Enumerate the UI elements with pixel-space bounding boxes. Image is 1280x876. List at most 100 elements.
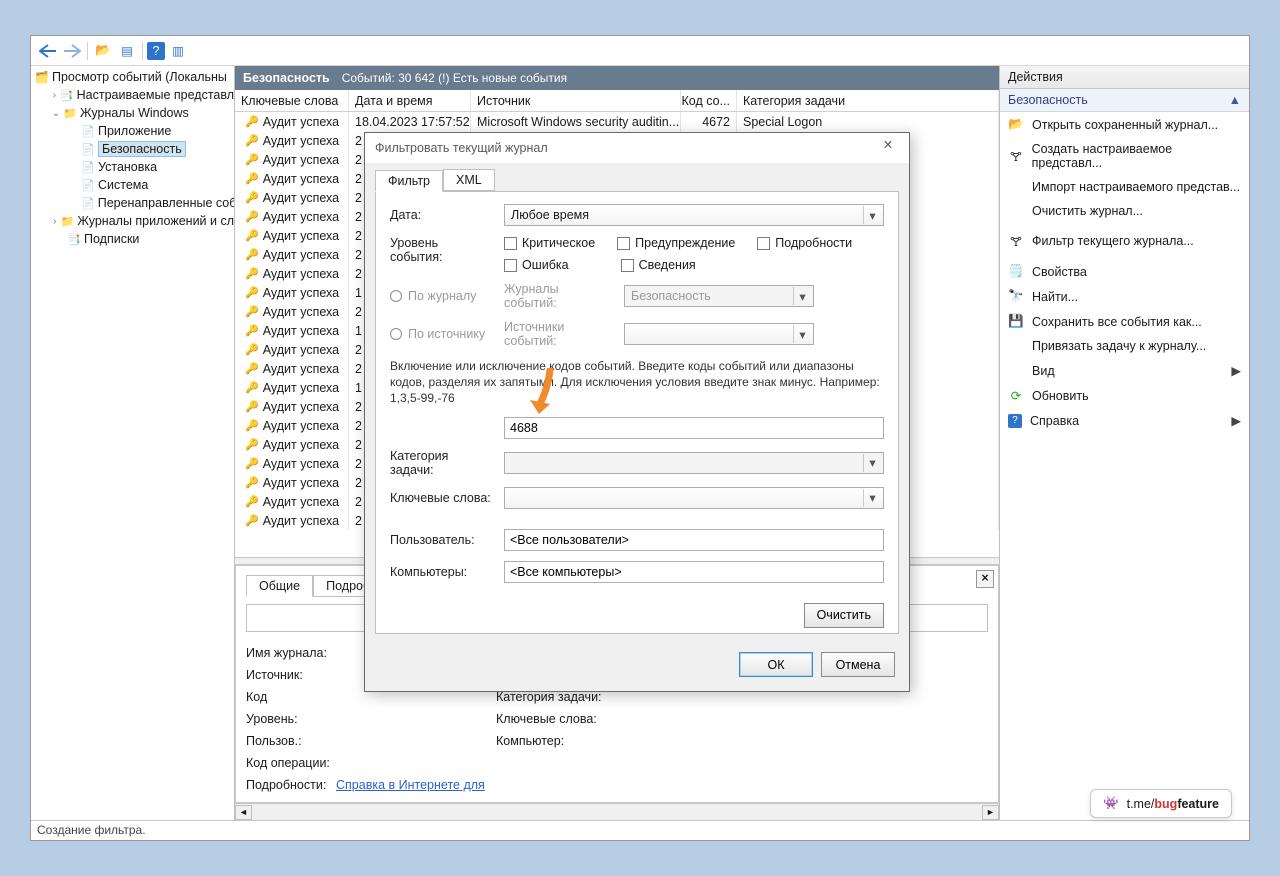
filter-dialog: Фильтровать текущий журнал ✕ Фильтр XML … [364,132,910,692]
chk-warning[interactable]: Предупреждение [617,236,735,250]
chk-error[interactable]: Ошибка [504,258,569,272]
label-user: Пользов.: [246,734,336,748]
event-logs-dropdown: Безопасность▾ [624,285,814,307]
ok-button[interactable]: ОК [739,652,813,677]
event-sources-dropdown[interactable]: ▾ [624,323,814,345]
tree-windows-logs[interactable]: Журналы Windows [80,106,189,120]
action-open-saved-log[interactable]: 📂Открыть сохраненный журнал... [1000,112,1249,137]
actions-section-security[interactable]: Безопасность▲ [1000,89,1249,112]
panel-toggle-icon[interactable]: ▤ [116,40,138,62]
keywords-dropdown[interactable]: ▾ [504,487,884,509]
tree-security[interactable]: Безопасность [98,141,186,157]
tree-system[interactable]: Система [98,178,148,192]
event-count: Событий: 30 642 (!) Есть новые события [342,71,567,85]
label-keywords-filter: Ключевые слова: [390,491,494,505]
horizontal-scrollbar[interactable]: ◄ ► [235,803,999,820]
clear-button[interactable]: Очистить [804,603,884,628]
event-id-input[interactable] [504,417,884,439]
eventviewer-icon: 🗂️ [35,71,49,84]
col-keywords[interactable]: Ключевые слова [235,90,349,111]
action-import-custom-view[interactable]: Импорт настраиваемого представ... [1000,175,1249,199]
computers-input[interactable] [504,561,884,583]
refresh-icon: ⟳ [1008,388,1024,403]
layout-icon[interactable]: ▥ [167,40,189,62]
table-row[interactable]: 🔑Аудит успеха18.04.2023 17:57:52Microsof… [235,112,999,131]
action-bind-task[interactable]: Привязать задачу к журналу... [1000,334,1249,358]
chk-info[interactable]: Сведения [621,258,696,272]
tree-root[interactable]: Просмотр событий (Локальны [52,70,227,84]
scroll-right-icon[interactable]: ► [982,805,999,820]
label-code: Код [246,690,336,704]
expand-icon[interactable]: › [51,216,59,227]
label-logname: Имя журнала: [246,646,336,660]
binoculars-icon: 🔭 [1008,289,1024,304]
label-level: Уровень: [246,712,336,726]
label-level: Уровень события: [390,236,494,264]
open-folder-icon[interactable]: 📂 [92,40,114,62]
chk-verbose[interactable]: Подробности [757,236,852,250]
grid-header[interactable]: Ключевые слова Дата и время Источник Код… [235,90,999,112]
col-source[interactable]: Источник [471,90,681,111]
label-event-sources: Источники событий: [504,320,614,348]
filter-icon: 🝖 [1008,228,1024,254]
subscriptions-icon: 📑 [67,233,81,246]
chk-critical[interactable]: Критическое [504,236,595,250]
save-icon: 💾 [1008,314,1024,329]
scroll-left-icon[interactable]: ◄ [235,805,252,820]
log-icon: 📄 [81,161,95,174]
dialog-tab-xml[interactable]: XML [443,169,495,191]
label-more: Подробности: [246,778,336,792]
tree-setup[interactable]: Установка [98,160,157,174]
action-help[interactable]: ?Справка▶ [1000,408,1249,433]
expand-icon[interactable]: › [51,90,58,101]
tree-application[interactable]: Приложение [98,124,171,138]
nav-tree[interactable]: 🗂️Просмотр событий (Локальны › 📑 Настраива… [31,66,235,820]
action-filter-log[interactable]: 🝖Фильтр текущего журнала... [1000,223,1249,259]
toolbar: 📂 ▤ ? ▥ [31,36,1249,66]
forward-icon[interactable] [61,40,83,62]
close-detail-button[interactable]: × [976,570,994,588]
back-icon[interactable] [37,40,59,62]
dialog-close-button[interactable]: ✕ [873,137,903,157]
tree-forwarded[interactable]: Перенаправленные соб [98,196,235,210]
dialog-tab-filter[interactable]: Фильтр [375,170,443,192]
tree-app-services[interactable]: Журналы приложений и сл [77,214,234,228]
label-event-logs: Журналы событий: [504,282,614,310]
log-icon: 📄 [81,179,95,192]
chevron-down-icon: ▾ [793,287,811,305]
action-clear-log[interactable]: Очистить журнал... [1000,199,1249,223]
label-opcode: Код операции: [246,756,336,770]
tree-subscriptions[interactable]: Подписки [84,232,139,246]
folder-open-icon: 📂 [1008,117,1024,132]
collapse-icon[interactable]: ⌄ [51,108,61,119]
label-computers-filter: Компьютеры: [390,565,494,579]
log-icon: 📄 [81,125,95,138]
cancel-button[interactable]: Отмена [821,652,895,677]
date-dropdown[interactable]: Любое время▾ [504,204,884,226]
label-date: Дата: [390,208,494,222]
folder-icon: 📁 [63,107,77,120]
action-find[interactable]: 🔭Найти... [1000,284,1249,309]
tree-custom-views[interactable]: Настраиваемые представл [77,88,234,102]
help-icon[interactable]: ? [147,42,165,60]
detail-tab-general[interactable]: Общие [246,575,313,597]
dialog-titlebar[interactable]: Фильтровать текущий журнал ✕ [365,133,909,163]
label-task-category: Категория задачи: [390,449,494,477]
log-icon: 📄 [81,197,95,210]
col-date[interactable]: Дата и время [349,90,471,111]
action-refresh[interactable]: ⟳Обновить [1000,383,1249,408]
task-category-dropdown: ▾ [504,452,884,474]
bug-icon: 👾 [1103,796,1119,811]
action-create-custom-view[interactable]: 🝖Создать настраиваемое представл... [1000,137,1249,175]
user-input[interactable] [504,529,884,551]
chevron-down-icon: ▾ [793,325,811,343]
chevron-down-icon: ▾ [863,206,881,224]
col-code[interactable]: Код со... [681,90,737,111]
properties-icon: 🗒️ [1008,264,1024,279]
action-view[interactable]: Вид▶ [1000,358,1249,383]
col-task[interactable]: Категория задачи [737,90,999,111]
action-properties[interactable]: 🗒️Свойства [1000,259,1249,284]
online-help-link[interactable]: Справка в Интернете для [336,778,496,792]
actions-title: Действия [1000,66,1249,89]
action-save-all[interactable]: 💾Сохранить все события как... [1000,309,1249,334]
